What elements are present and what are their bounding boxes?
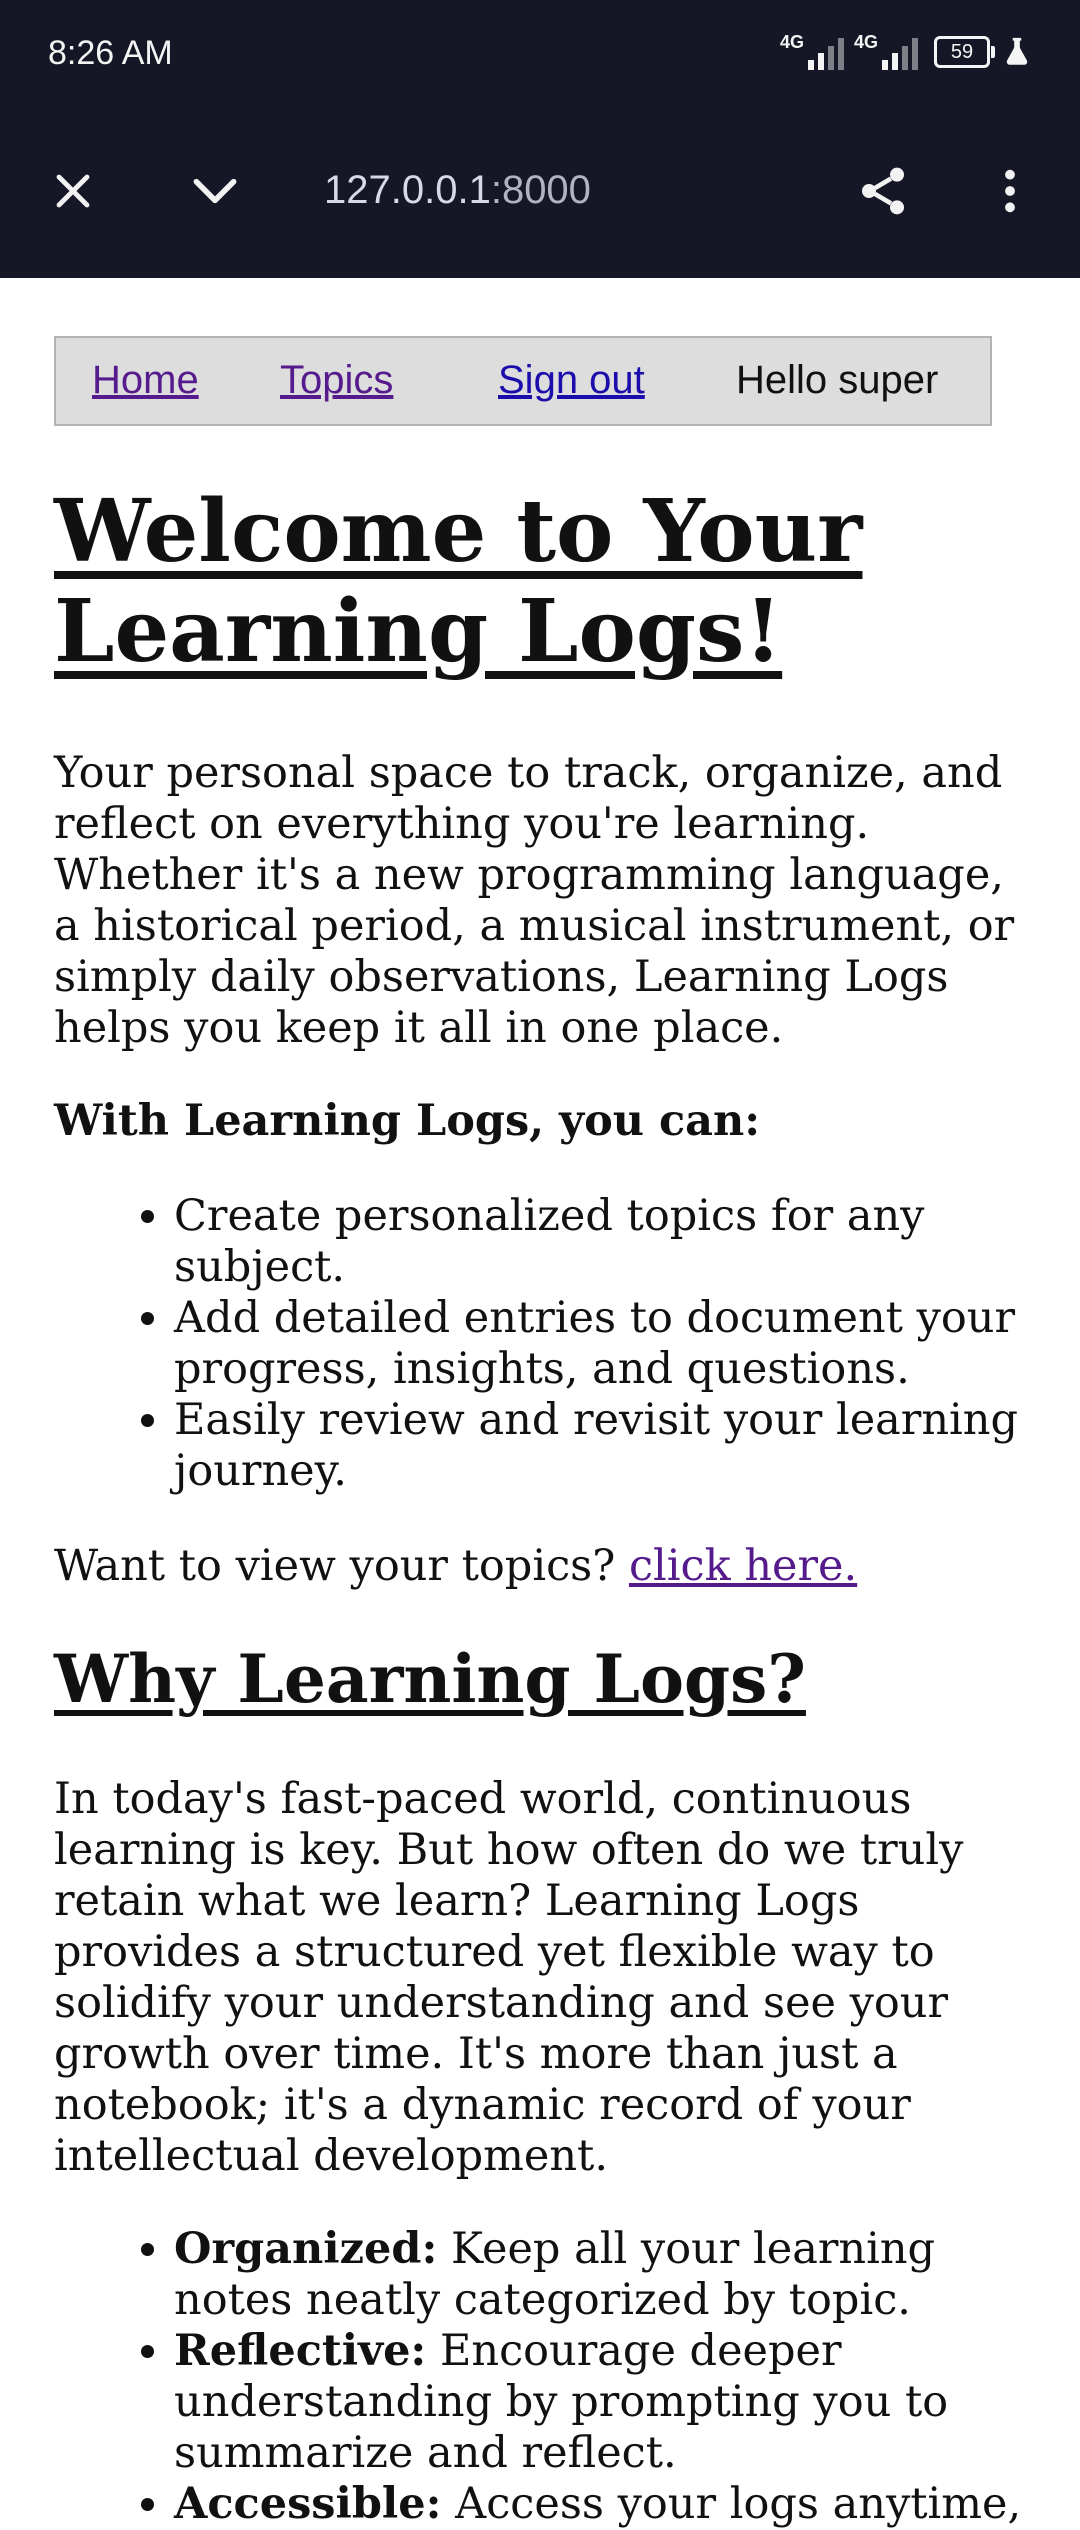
url-bar[interactable]: 127.0.0.1:8000 <box>324 168 591 213</box>
page-title: Welcome to Your Learning Logs! <box>54 481 863 682</box>
list-item: Organized: Keep all your learning notes … <box>174 2224 1026 2326</box>
why-heading: Why Learning Logs? <box>54 1640 806 1718</box>
share-icon[interactable] <box>848 156 918 226</box>
capabilities-heading: With Learning Logs, you can: <box>54 1096 761 1146</box>
browser-toolbar: 127.0.0.1:8000 <box>0 130 1080 250</box>
list-item: Easily review and revisit your learning … <box>174 1395 1026 1497</box>
top-nav: Home Topics Sign out Hello super <box>54 336 992 426</box>
network-type-label: 4G <box>854 32 879 52</box>
view-topics-text: Want to view your topics? <box>54 1541 629 1591</box>
url-host: 127.0.0.1 <box>324 168 491 212</box>
list-item: Create personalized topics for any subje… <box>174 1191 1026 1293</box>
list-item: Add detailed entries to document your pr… <box>174 1293 1026 1395</box>
list-item: Reflective: Encourage deeper understandi… <box>174 2326 1026 2479</box>
status-indicators: 4G 4G 59 <box>780 30 1034 74</box>
feature-text: Access your logs anytime, <box>441 2479 1022 2529</box>
battery-icon: 59 <box>934 36 995 68</box>
feature-label: Accessible: <box>174 2479 442 2529</box>
status-bar: 8:26 AM 4G 4G 59 <box>0 0 1080 110</box>
click-here-link[interactable]: click here. <box>629 1541 857 1591</box>
cellular-signal-icon: 4G <box>854 32 918 70</box>
close-icon[interactable] <box>38 156 108 226</box>
capabilities-list: Create personalized topics for any subje… <box>54 1191 1026 1497</box>
more-vert-icon[interactable] <box>975 156 1045 226</box>
nav-sign-out-link[interactable]: Sign out <box>498 358 645 403</box>
user-greeting: Hello super <box>736 358 939 402</box>
cellular-signal-icon: 4G <box>780 32 844 70</box>
page-content: Home Topics Sign out Hello super Welcome… <box>54 278 1026 2530</box>
browser-chrome: 8:26 AM 4G 4G 59 127.0.0.1:8000 <box>0 0 1080 278</box>
features-list: Organized: Keep all your learning notes … <box>54 2224 1026 2530</box>
feature-label: Organized: <box>174 2224 438 2274</box>
view-topics-prompt: Want to view your topics? click here. <box>54 1541 1026 1592</box>
nav-topics-link[interactable]: Topics <box>280 358 393 403</box>
intro-paragraph: Your personal space to track, organize, … <box>54 748 1015 1053</box>
why-paragraph: In today's fast-paced world, continuous … <box>54 1774 964 2181</box>
network-type-label: 4G <box>780 32 805 52</box>
list-item: Accessible: Access your logs anytime, <box>174 2479 1026 2530</box>
status-time: 8:26 AM <box>48 34 173 72</box>
feature-label: Reflective: <box>174 2326 427 2376</box>
flask-icon <box>1006 37 1028 65</box>
url-port: :8000 <box>490 168 591 212</box>
chevron-down-icon[interactable] <box>180 156 250 226</box>
nav-home-link[interactable]: Home <box>92 358 199 403</box>
